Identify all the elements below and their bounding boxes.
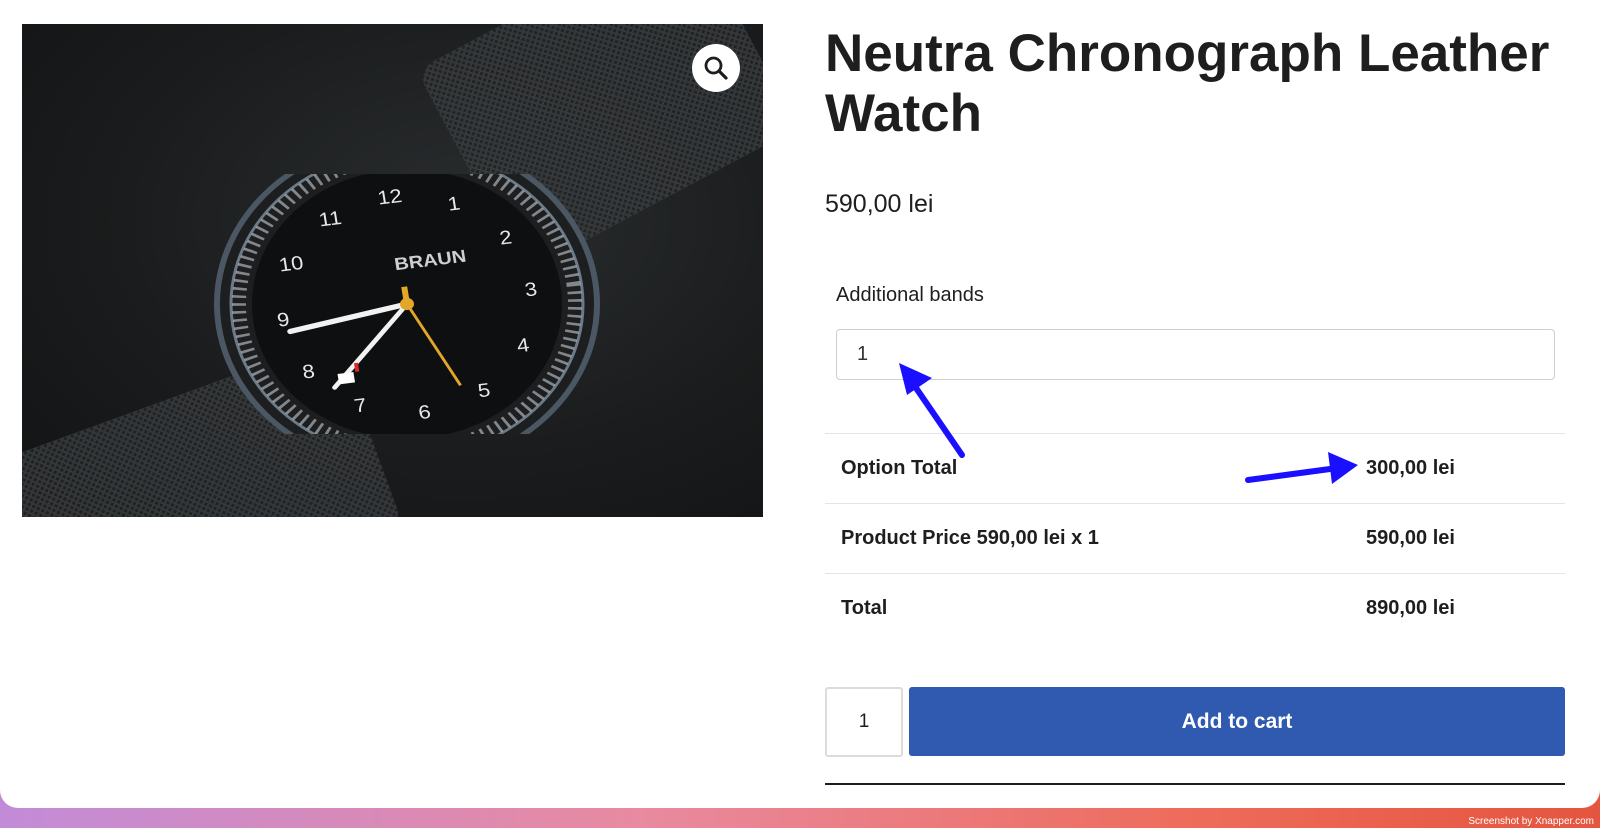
product-title: Neutra Chronograph Leather Watch bbox=[825, 24, 1550, 143]
grand-total-row: Total 890,00 lei bbox=[825, 573, 1565, 643]
zoom-icon bbox=[704, 56, 728, 80]
watch-numeral: 12 bbox=[376, 185, 404, 209]
product-price-value: 590,00 lei bbox=[1366, 527, 1455, 549]
divider bbox=[825, 783, 1565, 785]
add-to-cart-button[interactable]: Add to cart bbox=[909, 687, 1565, 756]
grand-total-label: Total bbox=[841, 597, 888, 619]
option-total-row: Option Total 300,00 lei bbox=[825, 433, 1565, 503]
product-price-row: Product Price 590,00 lei x 1 590,00 lei bbox=[825, 503, 1565, 573]
totals-table: Option Total 300,00 lei Product Price 59… bbox=[825, 433, 1565, 643]
additional-bands-label: Additional bands bbox=[836, 284, 984, 306]
additional-bands-input[interactable] bbox=[836, 329, 1555, 380]
option-total-value: 300,00 lei bbox=[1366, 457, 1455, 479]
option-total-label: Option Total bbox=[841, 457, 958, 479]
product-price: 590,00 lei bbox=[825, 190, 934, 218]
watch-numeral: 11 bbox=[317, 207, 343, 231]
screenshot-credit: Screenshot by Xnapper.com bbox=[1468, 816, 1594, 827]
grand-total-value: 890,00 lei bbox=[1366, 597, 1455, 619]
quantity-input[interactable] bbox=[825, 687, 903, 757]
zoom-button[interactable] bbox=[692, 44, 740, 92]
watch-numeral: 10 bbox=[277, 252, 305, 276]
product-page: 12 1 2 3 4 5 6 7 8 9 10 11 BRAUN Neutra Chronograph… bbox=[0, 0, 1600, 808]
product-price-label: Product Price 590,00 lei x 1 bbox=[841, 527, 1099, 549]
product-image[interactable]: 12 1 2 3 4 5 6 7 8 9 10 11 BRAUN bbox=[22, 24, 763, 517]
watch-illustration: 12 1234567891011 BRAUN bbox=[213, 174, 600, 434]
